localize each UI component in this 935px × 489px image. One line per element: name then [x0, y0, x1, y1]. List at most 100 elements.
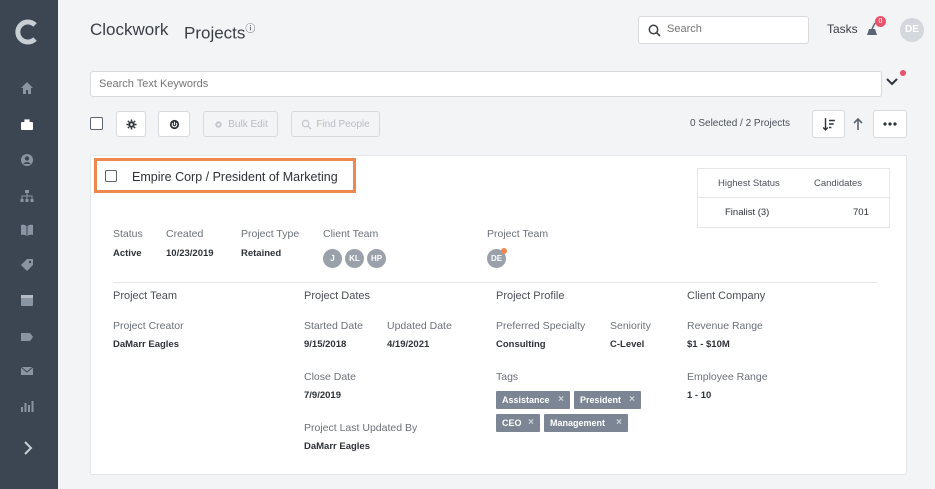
employee-range-value: 1 - 10 — [687, 390, 712, 401]
status-label: Status — [113, 228, 143, 240]
tasks-badge: 0 — [875, 16, 886, 27]
project-team-label: Project Team — [487, 228, 549, 240]
highest-status-value[interactable]: Finalist (3) — [725, 207, 769, 218]
updated-date-value: 4/19/2021 — [387, 339, 430, 350]
table-header-candidates: Candidates — [814, 178, 863, 189]
project-type-label: Project Type — [241, 228, 300, 240]
tags-label: Tags — [496, 371, 519, 383]
gear-icon — [125, 118, 137, 130]
close-icon[interactable]: × — [558, 391, 564, 409]
find-people-label: Find People — [316, 118, 370, 130]
arrow-up-icon[interactable] — [852, 117, 864, 131]
employee-range-label: Employee Range — [687, 371, 768, 383]
preferred-specialty-value: Consulting — [496, 339, 546, 350]
label-icon[interactable] — [19, 329, 35, 345]
client-team-label: Client Team — [323, 228, 379, 240]
project-type-value: Retained — [241, 248, 282, 259]
tag-label: Assistance — [502, 395, 550, 405]
seniority-label: Seniority — [610, 320, 651, 332]
top-header: Clockwork Projectsⓘ Tasks 0 DE — [58, 0, 935, 60]
info-icon[interactable]: ⓘ — [245, 24, 255, 35]
tag-label: President — [580, 395, 622, 405]
status-value: Active — [113, 248, 142, 259]
sidebar — [0, 0, 58, 489]
table-header-highest-status: Highest Status — [718, 178, 780, 189]
close-date-label: Close Date — [304, 371, 356, 383]
bulk-edit-button[interactable]: Bulk Edit — [203, 111, 278, 137]
tags-icon[interactable] — [19, 257, 35, 273]
bar-chart-icon[interactable] — [19, 398, 35, 414]
preferred-specialty-label: Preferred Specialty — [496, 320, 586, 332]
mail-icon[interactable] — [19, 363, 35, 379]
gear-icon — [215, 120, 222, 128]
org-chart-icon[interactable] — [19, 188, 35, 204]
created-label: Created — [166, 228, 204, 240]
close-icon[interactable]: × — [629, 391, 635, 409]
book-icon[interactable] — [19, 222, 35, 238]
selection-summary: 0 Selected / 2 Projects — [690, 118, 791, 129]
status-summary-table: Highest Status Candidates Finalist (3) 7… — [697, 168, 890, 228]
chevron-right-icon[interactable] — [20, 440, 36, 456]
settings-button[interactable] — [116, 111, 146, 137]
revenue-range-value: $1 - $10M — [687, 339, 730, 350]
brand-name: Clockwork — [90, 20, 169, 39]
search-icon — [302, 119, 312, 130]
project-title[interactable]: Empire Corp / President of Marketing — [132, 170, 338, 184]
select-all-checkbox[interactable] — [90, 117, 103, 130]
close-date-value: 7/9/2019 — [304, 390, 341, 401]
client-team-avatar[interactable]: HP — [367, 249, 386, 268]
briefcase-icon[interactable] — [19, 117, 35, 133]
started-date-label: Started Date — [304, 320, 363, 332]
tag-chip: CEO × — [496, 414, 540, 432]
tag-chip: President × — [574, 391, 641, 409]
project-creator-label: Project Creator — [113, 320, 184, 332]
project-card: Empire Corp / President of Marketing Hig… — [90, 155, 907, 475]
global-search[interactable] — [638, 16, 809, 44]
seniority-value: C-Level — [610, 339, 645, 350]
find-people-button[interactable]: Find People — [291, 111, 380, 137]
candidates-count[interactable]: 701 — [853, 207, 869, 218]
created-value: 10/23/2019 — [166, 248, 214, 259]
user-circle-icon[interactable] — [19, 152, 35, 168]
revenue-range-label: Revenue Range — [687, 320, 763, 332]
tag-chip: Management × — [544, 414, 628, 432]
close-icon[interactable]: × — [528, 414, 534, 432]
page-title-text: Projects — [184, 23, 246, 43]
global-search-input[interactable] — [667, 23, 797, 35]
last-updated-by-label: Project Last Updated By — [304, 422, 418, 434]
home-icon[interactable] — [19, 80, 35, 96]
sort-button[interactable] — [812, 110, 845, 138]
project-checkbox[interactable] — [105, 170, 117, 182]
table-divider — [698, 197, 889, 198]
chevron-down-icon[interactable] — [886, 76, 898, 88]
more-horizontal-icon — [883, 122, 897, 126]
client-company-heading: Client Company — [687, 290, 766, 302]
section-divider — [113, 282, 877, 283]
calendar-icon[interactable] — [19, 292, 35, 308]
project-team-heading: Project Team — [113, 290, 177, 302]
search-icon — [648, 24, 661, 37]
project-dates-heading: Project Dates — [304, 290, 371, 302]
page-title: Projectsⓘ — [184, 20, 255, 44]
power-button[interactable] — [158, 111, 190, 137]
project-profile-heading: Project Profile — [496, 290, 565, 302]
last-updated-by-value: DaMarr Eagles — [304, 441, 371, 452]
client-team-avatar[interactable]: KL — [345, 249, 364, 268]
close-icon[interactable]: × — [616, 414, 622, 432]
project-creator-value: DaMarr Eagles — [113, 339, 180, 350]
started-date-value: 9/15/2018 — [304, 339, 347, 350]
tag-label: CEO — [502, 418, 522, 428]
updated-date-label: Updated Date — [387, 320, 452, 332]
clockwork-logo[interactable] — [14, 18, 42, 46]
client-team-avatar[interactable]: J — [323, 249, 342, 268]
project-team-status-dot — [501, 248, 507, 254]
more-options-button[interactable] — [873, 110, 907, 138]
project-title-highlight: Empire Corp / President of Marketing — [94, 158, 356, 193]
keyword-search-input[interactable] — [99, 78, 799, 90]
bulk-edit-label: Bulk Edit — [228, 118, 268, 130]
tasks-link[interactable]: Tasks — [827, 22, 858, 36]
user-avatar[interactable]: DE — [900, 18, 924, 42]
keyword-search[interactable] — [90, 71, 882, 97]
tag-label: Management — [550, 418, 606, 428]
sort-icon — [822, 118, 835, 131]
